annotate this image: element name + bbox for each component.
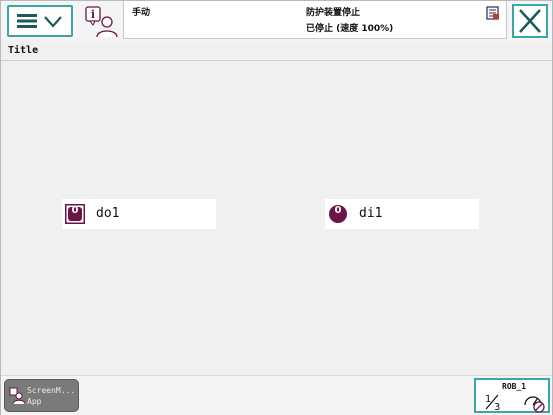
robot-name: ROB_1 <box>502 382 527 391</box>
task-bar: ScreenM... App ROB_1 1 3 <box>1 375 552 415</box>
app-window: i 手动 防护装置停止 已停止 (速度 100%) Title 0 do1 0 … <box>0 0 553 415</box>
run-mode-fraction-icon: 1 3 <box>485 394 500 411</box>
screenmaker-app-tab[interactable]: ScreenM... App <box>4 379 79 412</box>
program-status: 已停止 (速度 100%) <box>306 24 394 34</box>
hamburger-chevron-icon <box>17 14 62 28</box>
signal-value: 0 <box>334 205 342 216</box>
main-menu-button[interactable] <box>7 5 73 37</box>
status-panel[interactable]: 手动 防护装置停止 已停止 (速度 100%) <box>123 1 507 39</box>
program-document-icon <box>486 6 499 20</box>
signal-widget-di1[interactable]: 0 di1 <box>325 199 479 229</box>
signal-value: 0 <box>71 205 79 216</box>
operating-mode: 手动 <box>132 8 151 18</box>
event-log-info-icon[interactable]: i <box>84 5 118 39</box>
page-title: Title <box>8 45 39 56</box>
app-user-icon <box>9 387 25 405</box>
speed-gauge-icon <box>524 396 545 413</box>
signal-name: do1 <box>96 206 120 221</box>
signal-name: di1 <box>359 206 383 221</box>
close-button[interactable] <box>512 4 548 38</box>
safety-status: 防护装置停止 <box>306 8 361 18</box>
app-tab-subtitle: App <box>27 397 42 406</box>
svg-text:i: i <box>91 8 95 21</box>
top-bar: i 手动 防护装置停止 已停止 (速度 100%) <box>1 1 552 41</box>
close-icon <box>519 9 541 33</box>
quickset-robot-button[interactable]: ROB_1 1 3 <box>474 378 550 413</box>
title-divider <box>1 60 552 61</box>
svg-text:3: 3 <box>494 402 500 411</box>
signal-widget-do1[interactable]: 0 do1 <box>62 199 216 229</box>
app-tab-title: ScreenM... <box>27 386 76 395</box>
